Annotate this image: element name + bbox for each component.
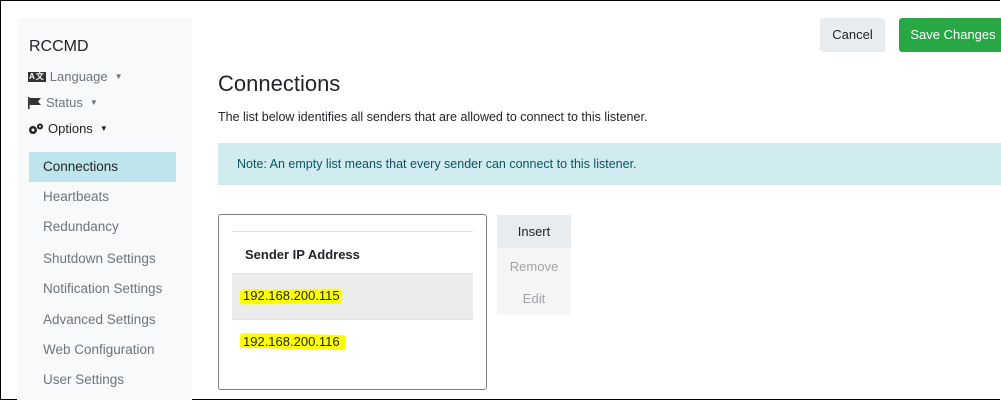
options-menu[interactable]: Options ▼ xyxy=(28,121,108,136)
language-icon: A文 xyxy=(28,71,46,82)
table-row[interactable]: 192.168.200.115 xyxy=(232,274,473,319)
sender-ip-cell: 192.168.200.115 xyxy=(243,288,340,303)
sender-table: Sender IP Address 192.168.200.115 192.16… xyxy=(218,214,487,390)
status-label: Status xyxy=(46,95,83,110)
sidebar-item-advanced-settings[interactable]: Advanced Settings xyxy=(29,305,176,335)
language-label: Language xyxy=(49,69,108,84)
sidebar-item-notification-settings[interactable]: Notification Settings xyxy=(29,274,176,304)
caret-down-icon: ▼ xyxy=(114,72,123,81)
table-top-border xyxy=(232,231,473,232)
caret-down-icon: ▼ xyxy=(99,124,108,133)
table-row[interactable]: 192.168.200.116 xyxy=(232,319,473,364)
brand-title: RCCMD xyxy=(29,38,89,55)
language-menu[interactable]: A文 Language ▼ xyxy=(28,69,123,84)
flag-icon xyxy=(28,96,41,109)
caret-down-icon: ▼ xyxy=(89,98,98,107)
sidebar-item-shutdown-settings[interactable]: Shutdown Settings xyxy=(29,244,176,274)
info-alert: Note: An empty list means that every sen… xyxy=(218,143,1001,185)
gears-icon xyxy=(29,123,43,134)
column-header-sender-ip: Sender IP Address xyxy=(245,247,360,262)
sidebar-item-web-configuration[interactable]: Web Configuration xyxy=(29,335,176,365)
page-description: The list below identifies all senders th… xyxy=(218,110,648,124)
page-title: Connections xyxy=(218,71,341,96)
sender-ip-cell: 192.168.200.116 xyxy=(243,334,340,349)
sidebar-item-user-settings[interactable]: User Settings xyxy=(29,365,176,395)
sender-ip-text: 192.168.200.115 xyxy=(243,288,340,303)
edit-button[interactable]: Edit xyxy=(497,282,571,315)
table-actions: Insert Remove Edit xyxy=(497,215,571,315)
sidebar-item-connections[interactable]: Connections xyxy=(29,152,176,182)
sidebar-item-redundancy[interactable]: Redundancy xyxy=(29,212,176,242)
sender-ip-text: 192.168.200.116 xyxy=(243,334,340,349)
save-changes-button[interactable]: Save Changes xyxy=(899,18,1001,52)
options-label: Options xyxy=(48,121,93,136)
remove-button[interactable]: Remove xyxy=(497,250,571,283)
sidebar-item-heartbeats[interactable]: Heartbeats xyxy=(29,182,176,212)
status-menu[interactable]: Status ▼ xyxy=(28,95,98,110)
cancel-button[interactable]: Cancel xyxy=(820,18,885,52)
insert-button[interactable]: Insert xyxy=(497,215,571,248)
sidebar: RCCMD A文 Language ▼ Status ▼ Options ▼ C… xyxy=(17,18,192,400)
